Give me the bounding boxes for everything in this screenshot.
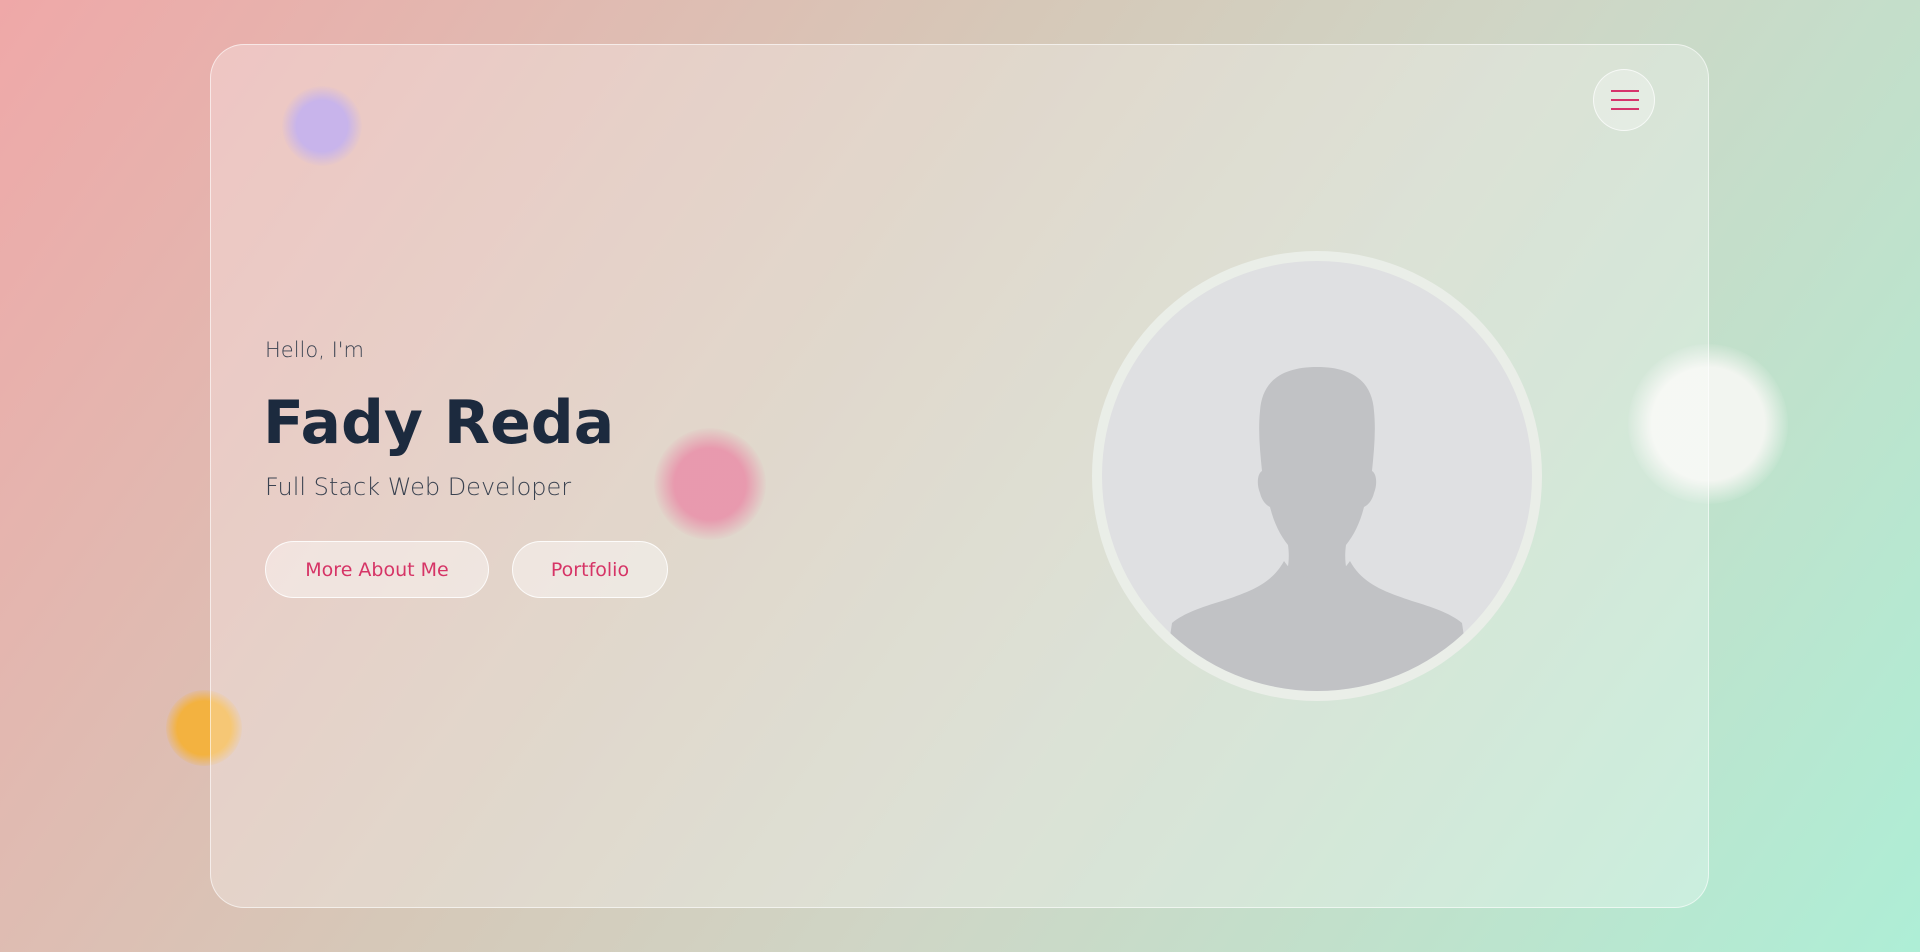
portfolio-button[interactable]: Portfolio: [512, 541, 668, 598]
page-title: Fady Reda: [263, 388, 615, 458]
avatar: [1102, 261, 1532, 691]
avatar-frame: [1092, 251, 1542, 701]
menu-button[interactable]: [1593, 69, 1655, 131]
greeting-text: Hello, I'm: [265, 338, 365, 362]
role-subtitle: Full Stack Web Developer: [265, 473, 572, 501]
more-about-me-button[interactable]: More About Me: [265, 541, 489, 598]
user-silhouette-icon: [1162, 367, 1472, 691]
decorative-pink-blob: [654, 428, 766, 540]
